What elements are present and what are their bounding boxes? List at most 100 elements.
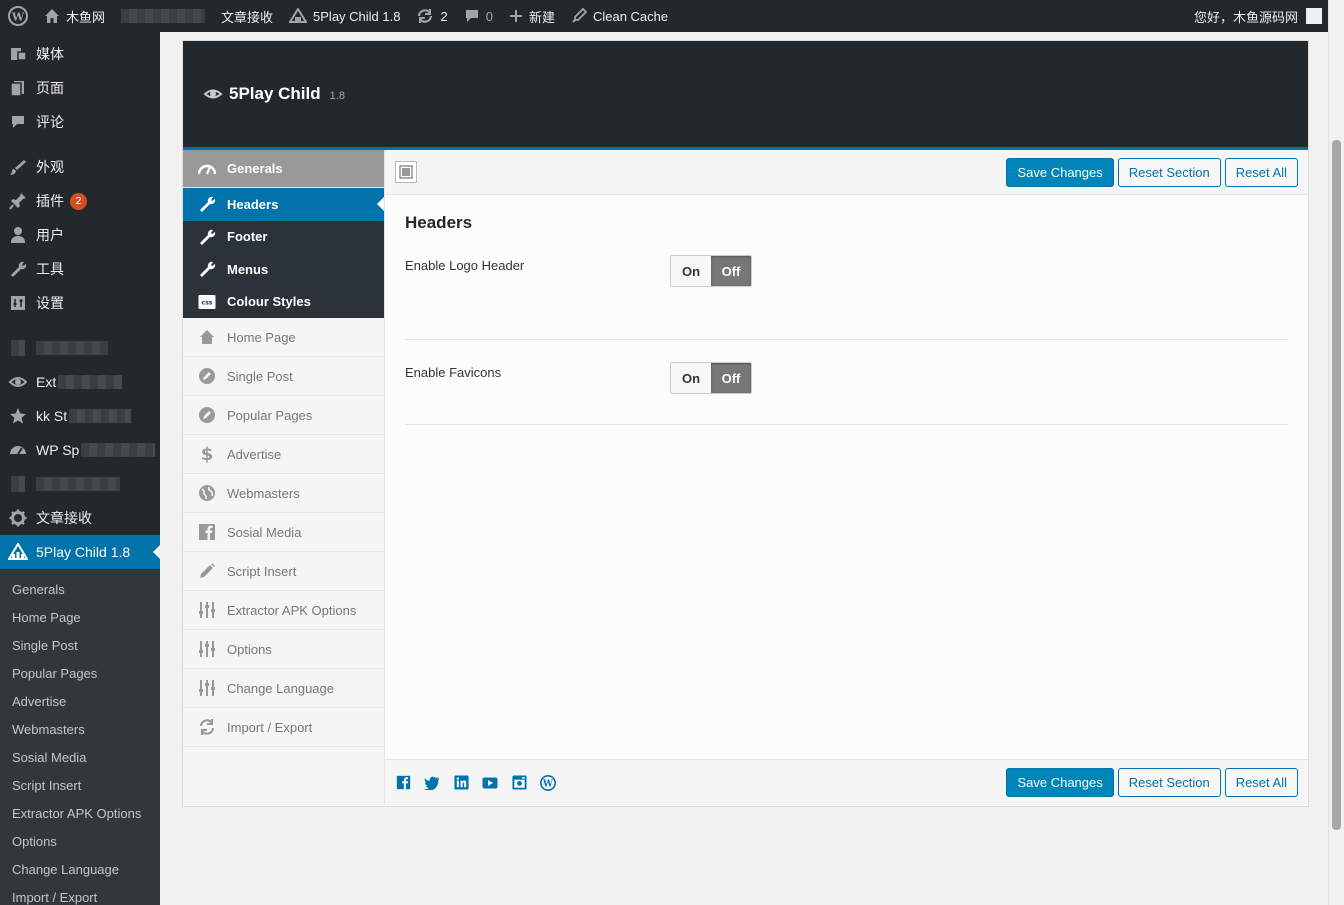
menu-item-blurred-2[interactable] xyxy=(0,467,160,501)
menu-item-ext[interactable]: Ext xyxy=(0,365,160,399)
instagram-icon[interactable] xyxy=(511,775,527,791)
expand-toggle-button[interactable] xyxy=(395,161,417,183)
blurred-text xyxy=(121,9,206,23)
nav-change-language[interactable]: Change Language xyxy=(183,669,384,708)
nav-import-export[interactable]: Import / Export xyxy=(183,708,384,747)
dollar-icon: $ xyxy=(197,444,217,464)
nav-headers[interactable]: Headers xyxy=(183,188,384,221)
menu-item-kk-star[interactable]: kk St xyxy=(0,399,160,433)
submenu-item[interactable]: Popular Pages xyxy=(0,660,160,688)
submenu-item[interactable]: Sosial Media xyxy=(0,744,160,772)
reset-section-button[interactable]: Reset Section xyxy=(1117,768,1221,797)
switch-off-option[interactable]: Off xyxy=(711,256,751,286)
wordpress-logo-icon[interactable]: W xyxy=(0,0,36,32)
twitter-icon[interactable] xyxy=(424,775,440,791)
submenu-item[interactable]: Home Page xyxy=(0,604,160,632)
reset-all-button[interactable]: Reset All xyxy=(1224,768,1298,797)
switch-on-option[interactable]: On xyxy=(671,256,711,286)
menu-item-media[interactable]: 媒体 xyxy=(0,37,160,71)
submenu-item[interactable]: Extractor APK Options xyxy=(0,800,160,828)
globe-icon xyxy=(197,483,217,503)
nav-footer[interactable]: Footer xyxy=(183,220,384,253)
media-icon xyxy=(8,44,28,64)
menu-item-plugins[interactable]: 插件 2 xyxy=(0,184,160,218)
svg-text:css: css xyxy=(202,299,213,306)
admin-bar: W 木鱼网 文章接收 5Play Child 1.8 2 0 新建 Clean … xyxy=(0,0,1328,32)
menu-item-wp-sp[interactable]: WP Sp xyxy=(0,433,160,467)
options-panel: 5Play Child 1.8 Generals Headers Footer … xyxy=(182,40,1309,807)
comments-icon xyxy=(8,112,28,132)
submenu-item[interactable]: Single Post xyxy=(0,632,160,660)
new-content-link[interactable]: 新建 xyxy=(501,0,563,32)
home-icon xyxy=(44,8,60,24)
nav-webmasters[interactable]: Webmasters xyxy=(183,474,384,513)
theme-link[interactable]: 5Play Child 1.8 xyxy=(281,0,408,32)
eye-icon xyxy=(8,372,28,392)
menu-item-5play-child[interactable]: 5Play Child 1.8 xyxy=(0,535,160,569)
nav-menus[interactable]: Menus xyxy=(183,253,384,286)
section-title: Headers xyxy=(405,213,473,232)
nav-generals[interactable]: Generals xyxy=(183,150,384,188)
submenu-item[interactable]: Change Language xyxy=(0,856,160,884)
site-name-link[interactable]: 木鱼网 xyxy=(36,0,113,32)
submenu-item[interactable]: Generals xyxy=(0,576,160,604)
clean-cache-link[interactable]: Clean Cache xyxy=(563,0,676,32)
wordpress-icon[interactable]: W xyxy=(540,774,556,791)
submenu-item[interactable]: Webmasters xyxy=(0,716,160,744)
switch-on-option[interactable]: On xyxy=(671,363,711,393)
updates-link[interactable]: 2 xyxy=(408,0,455,32)
save-changes-button[interactable]: Save Changes xyxy=(1006,768,1114,797)
switch-off-option[interactable]: Off xyxy=(711,363,751,393)
logo-header-switch[interactable]: On Off xyxy=(670,255,752,287)
field-label: Enable Logo Header xyxy=(405,258,525,273)
save-changes-button[interactable]: Save Changes xyxy=(1006,157,1114,187)
social-links: W xyxy=(395,774,556,791)
submenu-item[interactable]: Options xyxy=(0,828,160,856)
comments-link[interactable]: 0 xyxy=(456,0,501,32)
menu-item-users[interactable]: 用户 xyxy=(0,218,160,252)
scrollbar-thumb[interactable] xyxy=(1332,140,1341,830)
youtube-icon[interactable] xyxy=(482,775,498,791)
panel-version: 1.8 xyxy=(329,90,345,102)
field-label: Enable Favicons xyxy=(405,365,502,380)
nav-extractor-apk-options[interactable]: Extractor APK Options xyxy=(183,591,384,630)
nav-script-insert[interactable]: Script Insert xyxy=(183,552,384,591)
submenu-item[interactable]: Advertise xyxy=(0,688,160,716)
nav-colour-styles[interactable]: css Colour Styles xyxy=(183,285,384,318)
blurred-text xyxy=(36,477,120,491)
menu-item-pages[interactable]: 页面 xyxy=(0,71,160,105)
linkedin-icon[interactable] xyxy=(453,775,469,791)
blurred-text xyxy=(58,375,123,389)
nav-home-page[interactable]: Home Page xyxy=(183,318,384,357)
facebook-icon[interactable] xyxy=(395,775,411,791)
submenu-item[interactable]: Import / Export xyxy=(0,884,160,905)
page-scrollbar[interactable] xyxy=(1328,0,1344,905)
menu-item-tools[interactable]: 工具 xyxy=(0,252,160,286)
avatar xyxy=(1306,8,1322,24)
nav-popular-pages[interactable]: Popular Pages xyxy=(183,396,384,435)
gear-icon xyxy=(8,508,28,528)
reset-all-button[interactable]: Reset All xyxy=(1224,157,1298,187)
panel-nav: Generals Headers Footer Menus css Colour… xyxy=(183,150,385,805)
favicons-switch[interactable]: On Off xyxy=(670,362,752,394)
menu-item-appearance[interactable]: 外观 xyxy=(0,150,160,184)
nav-advertise[interactable]: $ Advertise xyxy=(183,435,384,474)
nav-options[interactable]: Options xyxy=(183,630,384,669)
comment-icon xyxy=(464,8,480,24)
submenu-item[interactable]: Script Insert xyxy=(0,772,160,800)
my-account-link[interactable]: 您好，木鱼源码网 xyxy=(1186,0,1322,32)
reset-section-button[interactable]: Reset Section xyxy=(1117,157,1221,187)
users-icon xyxy=(8,225,28,245)
svg-text:W: W xyxy=(11,11,25,24)
field-enable-favicons: Enable Favicons On Off xyxy=(405,340,1288,425)
menu-item-posts-receive[interactable]: 文章接收 xyxy=(0,501,160,535)
bottom-toolbar: W Save Changes Reset Section Reset All xyxy=(385,759,1308,805)
menu-item-comments[interactable]: 评论 xyxy=(0,105,160,139)
nav-single-post[interactable]: Single Post xyxy=(183,357,384,396)
blurred-icon xyxy=(8,474,28,494)
nav-sosial-media[interactable]: Sosial Media xyxy=(183,513,384,552)
menu-item-blurred[interactable] xyxy=(0,331,160,365)
posts-receive-link[interactable]: 文章接收 xyxy=(213,0,281,32)
menu-item-settings[interactable]: 设置 xyxy=(0,286,160,320)
dashboard-icon xyxy=(8,440,28,460)
